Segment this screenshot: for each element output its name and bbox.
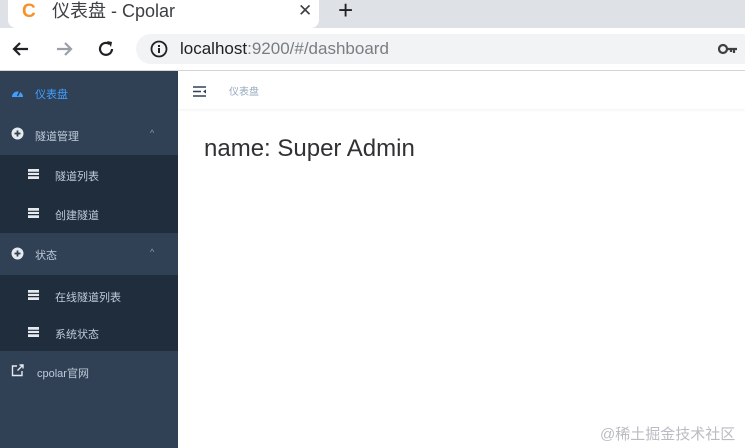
browser-toolbar: localhost:9200/#/dashboard [0, 28, 745, 70]
cpolar-favicon-icon: C [22, 1, 36, 22]
plus-circle-icon [11, 127, 24, 140]
new-tab-icon[interactable]: + [338, 0, 353, 23]
chevron-up-icon: ^ [150, 247, 155, 257]
dashboard-name-text: name: Super Admin [204, 135, 415, 162]
sidebar-item-cpolar-website[interactable]: cpolar官网 [0, 351, 178, 393]
sidebar-item-label: 隧道列表 [55, 171, 99, 183]
sidebar-item-label: 隧道管理 [35, 131, 79, 143]
sidebar-item-status[interactable]: 状态 ^ [0, 233, 178, 275]
list-icon [28, 208, 39, 221]
sidebar-item-label: 状态 [35, 250, 57, 262]
list-icon [28, 169, 39, 182]
sidebar-item-dashboard[interactable]: 仪表盘 [0, 71, 178, 113]
browser-tab-strip: C 仪表盘 - Cpolar ✕ + [0, 0, 745, 28]
browser-tab[interactable]: C 仪表盘 - Cpolar ✕ [8, 0, 319, 28]
tab-title: 仪表盘 - Cpolar [52, 1, 176, 21]
main-content: 仪表盘 name: Super Admin [178, 71, 745, 448]
dashboard-icon [11, 86, 24, 99]
address-bar[interactable]: localhost:9200/#/dashboard [136, 34, 745, 64]
url-path: :9200/#/dashboard [247, 39, 389, 58]
tab-close-icon[interactable]: ✕ [298, 0, 312, 22]
reload-icon[interactable] [93, 36, 119, 62]
list-icon [28, 290, 39, 303]
sidebar-item-label: cpolar官网 [37, 368, 89, 380]
watermark: @稀土掘金技术社区 [600, 426, 736, 443]
sidebar-item-system-status[interactable]: 系统状态 [0, 315, 178, 351]
chevron-up-icon: ^ [150, 128, 155, 138]
sidebar-item-tunnel-management[interactable]: 隧道管理 ^ [0, 113, 178, 155]
hamburger-icon[interactable] [193, 84, 206, 102]
sidebar-item-label: 创建隧道 [55, 210, 99, 222]
external-link-icon [11, 364, 24, 377]
forward-icon[interactable] [51, 36, 77, 62]
key-icon[interactable] [717, 42, 738, 61]
sidebar-item-label: 系统状态 [55, 329, 99, 341]
plus-circle-icon [11, 247, 24, 260]
list-icon [28, 327, 39, 340]
sidebar-item-label: 仪表盘 [35, 89, 68, 101]
sidebar-item-create-tunnel[interactable]: 创建隧道 [0, 195, 178, 233]
sidebar-item-label: 在线隧道列表 [55, 292, 121, 304]
url-host: localhost [180, 39, 248, 58]
top-navbar: 仪表盘 [178, 71, 745, 109]
url-text[interactable]: localhost:9200/#/dashboard [180, 39, 389, 59]
breadcrumb: 仪表盘 [229, 87, 259, 98]
sidebar-item-tunnel-list[interactable]: 隧道列表 [0, 155, 178, 195]
sidebar: 仪表盘 隧道管理 ^ 隧道列表 创建隧道 状态 ^ 在线隧道列表 系统状态 cp… [0, 71, 178, 448]
info-icon[interactable] [150, 40, 168, 63]
back-icon[interactable] [8, 36, 34, 62]
sidebar-item-online-tunnels[interactable]: 在线隧道列表 [0, 275, 178, 315]
